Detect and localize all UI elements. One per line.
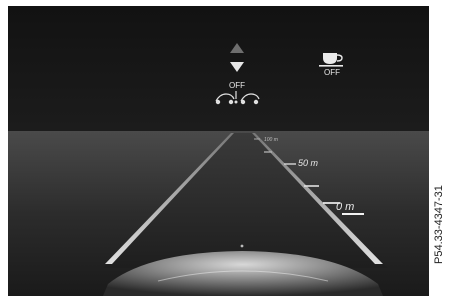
distance-label-near: 0 m xyxy=(336,201,354,213)
instrument-display: OFF OFF 100 m 50 m 0 m xyxy=(8,6,429,296)
reference-code-text: P54.33-4347-31 xyxy=(433,185,445,264)
attention-assist-status: OFF xyxy=(324,68,340,77)
status-area xyxy=(8,6,429,131)
vehicle-marker xyxy=(240,244,244,248)
distance-assist-status: OFF xyxy=(229,81,245,90)
display-scene: OFF OFF 100 m 50 m 0 m xyxy=(8,6,429,296)
distance-label-mid: 50 m xyxy=(298,158,319,168)
distance-label-far: 100 m xyxy=(264,137,278,143)
reference-code: P54.33-4347-31 xyxy=(418,2,452,300)
